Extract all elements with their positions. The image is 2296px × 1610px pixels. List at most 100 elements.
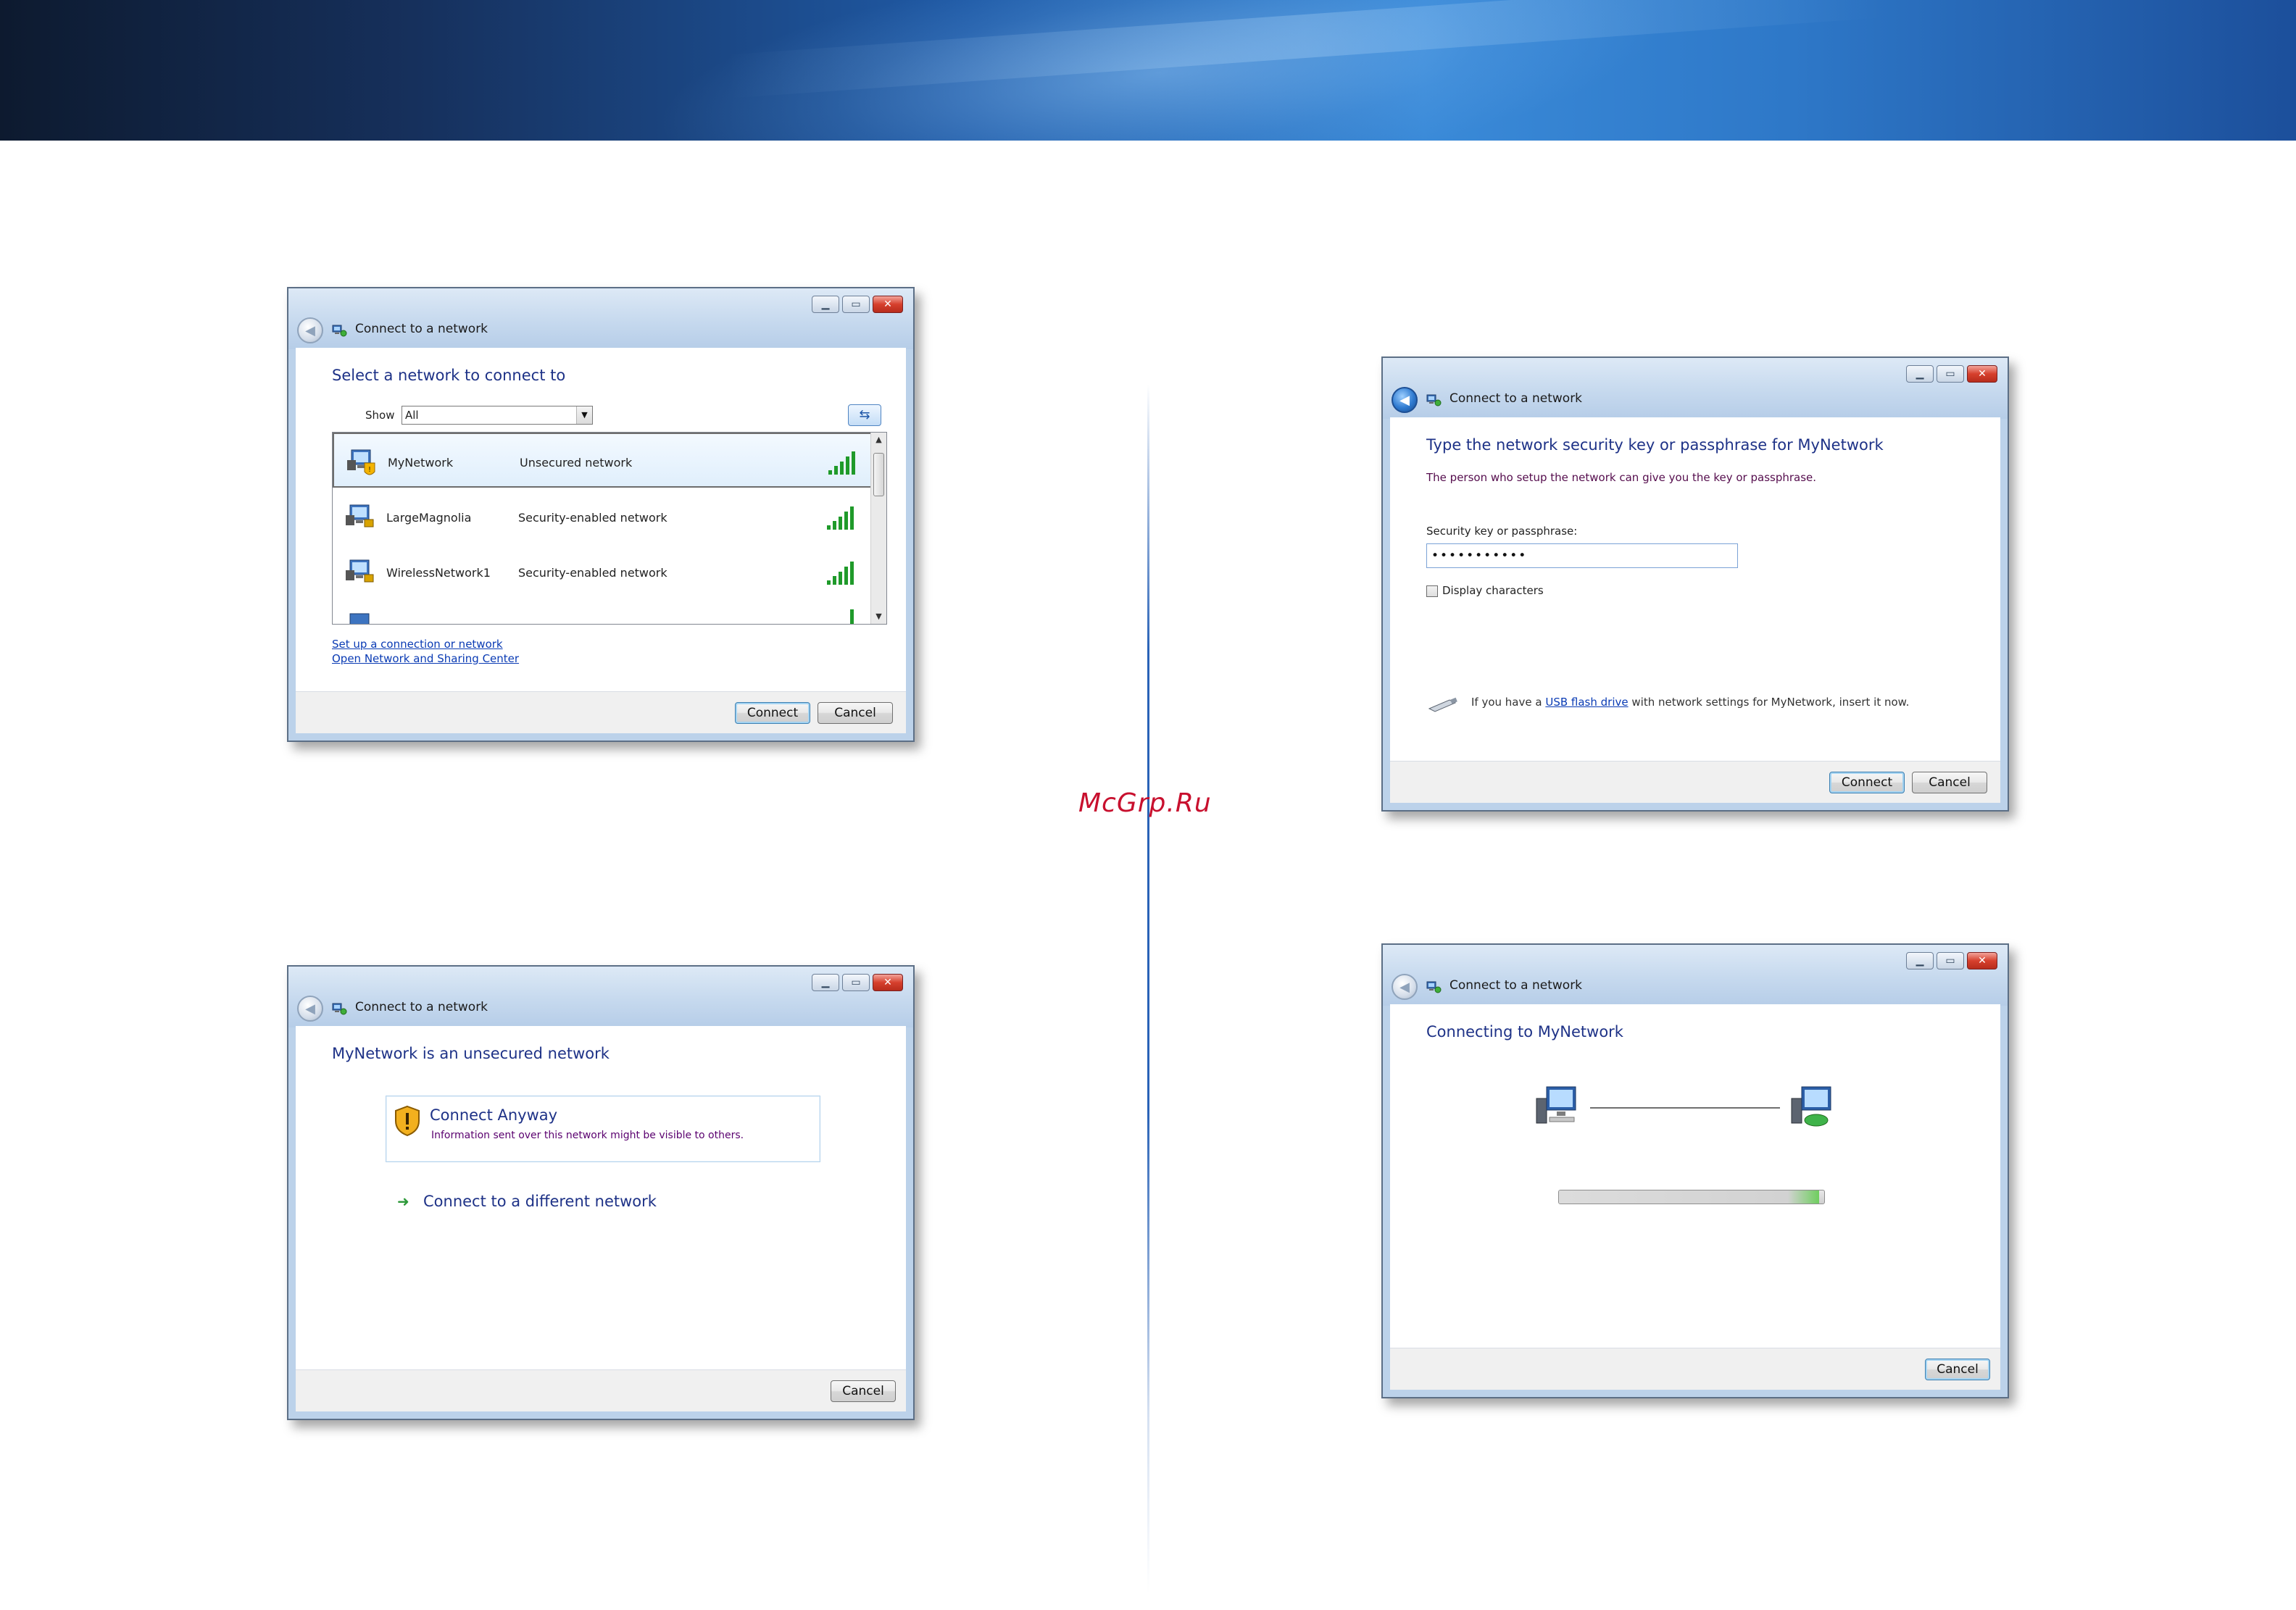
window-controls: ▁ ▭ ✕ xyxy=(812,974,903,993)
network-row-partial[interactable] xyxy=(333,604,872,624)
refresh-icon: ⇆ xyxy=(859,407,870,422)
network-status: Security-enabled network xyxy=(518,566,667,580)
network-icon xyxy=(349,613,370,624)
dialog-content: Connecting to MyNetwork xyxy=(1390,1004,2000,1349)
dialog-content: MyNetwork is an unsecured network Connec… xyxy=(296,1026,906,1371)
back-button[interactable]: ◀ xyxy=(1392,387,1418,413)
dialog-content: Type the network security key or passphr… xyxy=(1390,417,2000,762)
network-list[interactable]: ! MyNetwork Unsecured network LargeMagno… xyxy=(332,432,887,625)
watermark: McGrp.Ru xyxy=(1078,788,1212,818)
display-characters-label[interactable]: Display characters xyxy=(1442,584,1544,597)
signal-strength-icon xyxy=(850,609,854,624)
back-button[interactable]: ◀ xyxy=(1392,974,1418,1000)
usb-flash-drive-link[interactable]: USB flash drive xyxy=(1545,696,1628,709)
dialog-heading: Type the network security key or passphr… xyxy=(1426,436,1884,454)
secured-network-icon xyxy=(346,504,374,527)
connecting-dialog: ▁ ▭ ✕ ◀ Connect to a network Connecting … xyxy=(1381,943,2009,1398)
back-button[interactable]: ◀ xyxy=(297,317,323,343)
display-characters-checkbox[interactable] xyxy=(1426,585,1438,597)
scroll-thumb[interactable] xyxy=(873,453,884,496)
network-connect-icon xyxy=(332,1003,347,1015)
svg-text:!: ! xyxy=(368,466,371,474)
network-status: Unsecured network xyxy=(520,456,633,470)
connection-progress-bar xyxy=(1558,1190,1825,1204)
network-row-wirelessnetwork1[interactable]: WirelessNetwork1 Security-enabled networ… xyxy=(333,544,872,599)
dialog-heading: MyNetwork is an unsecured network xyxy=(332,1045,610,1062)
connect-different-network-link[interactable]: Connect to a different network xyxy=(423,1193,657,1210)
show-filter-label: Show xyxy=(365,409,395,422)
network-row-mynetwork[interactable]: ! MyNetwork Unsecured network xyxy=(333,433,872,488)
secured-network-icon xyxy=(346,559,374,583)
close-button[interactable]: ✕ xyxy=(873,974,903,991)
cancel-button[interactable]: Cancel xyxy=(818,702,893,724)
signal-strength-icon xyxy=(827,562,854,585)
close-button[interactable]: ✕ xyxy=(1967,365,1997,383)
dialog-footer: Cancel xyxy=(1390,1348,2000,1390)
network-globe-icon xyxy=(1791,1086,1831,1127)
usb-drive-icon xyxy=(1428,697,1457,712)
network-sharing-center-link[interactable]: Open Network and Sharing Center xyxy=(332,652,519,665)
usb-instructions: If you have a USB flash drive with netwo… xyxy=(1471,696,1909,709)
cancel-button[interactable]: Cancel xyxy=(1912,772,1987,793)
unsecured-network-icon: ! xyxy=(347,449,375,475)
network-status: Security-enabled network xyxy=(518,511,667,525)
window-controls: ▁ ▭ ✕ xyxy=(1906,952,1997,971)
dialog-heading: Connecting to MyNetwork xyxy=(1426,1023,1623,1040)
network-row-largemagnolia[interactable]: LargeMagnolia Security-enabled network xyxy=(333,489,872,544)
key-hint-text: The person who setup the network can giv… xyxy=(1426,471,1817,484)
connect-button[interactable]: Connect xyxy=(735,702,810,724)
dialog-footer: Cancel xyxy=(296,1369,906,1411)
network-connect-icon xyxy=(1426,394,1442,406)
page-header-banner xyxy=(0,0,2296,141)
connect-anyway-description: Information sent over this network might… xyxy=(431,1130,744,1141)
scroll-up-arrow-icon[interactable]: ▲ xyxy=(871,433,886,447)
dialog-title: Connect to a network xyxy=(1449,978,1583,993)
maximize-button[interactable]: ▭ xyxy=(842,974,870,991)
setup-connection-link[interactable]: Set up a connection or network xyxy=(332,638,503,651)
page-column-divider xyxy=(1147,384,1149,1594)
show-filter-select[interactable]: All ▼ xyxy=(402,406,593,425)
connect-anyway-option[interactable]: Connect Anyway Information sent over thi… xyxy=(386,1096,820,1162)
select-network-dialog: ▁ ▭ ✕ ◀ Connect to a network Select a ne… xyxy=(287,287,915,742)
dialog-footer: Connect Cancel xyxy=(296,691,906,733)
network-connect-icon xyxy=(332,325,347,337)
minimize-button[interactable]: ▁ xyxy=(1906,365,1934,383)
cancel-button[interactable]: Cancel xyxy=(1925,1359,1990,1380)
security-key-label: Security key or passphrase: xyxy=(1426,525,1578,538)
dialog-heading: Select a network to connect to xyxy=(332,367,566,384)
cancel-button[interactable]: Cancel xyxy=(831,1380,896,1402)
show-filter-value: All xyxy=(405,409,419,422)
unsecured-network-dialog: ▁ ▭ ✕ ◀ Connect to a network MyNetwork i… xyxy=(287,965,915,1420)
network-connect-icon xyxy=(1426,981,1442,993)
refresh-button[interactable]: ⇆ xyxy=(848,404,881,426)
green-arrow-icon: ➜ xyxy=(397,1193,409,1210)
dialog-title: Connect to a network xyxy=(355,322,488,336)
computer-icon xyxy=(1536,1086,1576,1124)
dialog-title: Connect to a network xyxy=(1449,391,1583,406)
dialog-content: Select a network to connect to Show All … xyxy=(296,348,906,693)
security-key-dialog: ▁ ▭ ✕ ◀ Connect to a network Type the ne… xyxy=(1381,356,2009,812)
maximize-button[interactable]: ▭ xyxy=(1937,365,1964,383)
security-key-input[interactable]: ••••••••••• xyxy=(1426,543,1738,568)
maximize-button[interactable]: ▭ xyxy=(842,296,870,313)
network-list-scrollbar[interactable]: ▲ ▼ xyxy=(870,433,886,624)
minimize-button[interactable]: ▁ xyxy=(812,974,839,991)
network-name: LargeMagnolia xyxy=(386,511,472,525)
connection-line xyxy=(1590,1107,1780,1109)
chevron-down-icon: ▼ xyxy=(576,406,592,424)
maximize-button[interactable]: ▭ xyxy=(1937,952,1964,969)
close-button[interactable]: ✕ xyxy=(873,296,903,313)
dialog-footer: Connect Cancel xyxy=(1390,761,2000,803)
network-name: WirelessNetwork1 xyxy=(386,566,491,580)
usb-suffix: with network settings for MyNetwork, ins… xyxy=(1631,696,1910,709)
warning-shield-icon xyxy=(395,1105,420,1137)
minimize-button[interactable]: ▁ xyxy=(812,296,839,313)
minimize-button[interactable]: ▁ xyxy=(1906,952,1934,969)
back-button[interactable]: ◀ xyxy=(297,996,323,1022)
network-name: MyNetwork xyxy=(388,456,454,470)
dialog-title: Connect to a network xyxy=(355,1000,488,1014)
connect-button[interactable]: Connect xyxy=(1829,772,1905,793)
close-button[interactable]: ✕ xyxy=(1967,952,1997,969)
scroll-down-arrow-icon[interactable]: ▼ xyxy=(871,609,886,624)
progress-fill xyxy=(1559,1190,1819,1204)
